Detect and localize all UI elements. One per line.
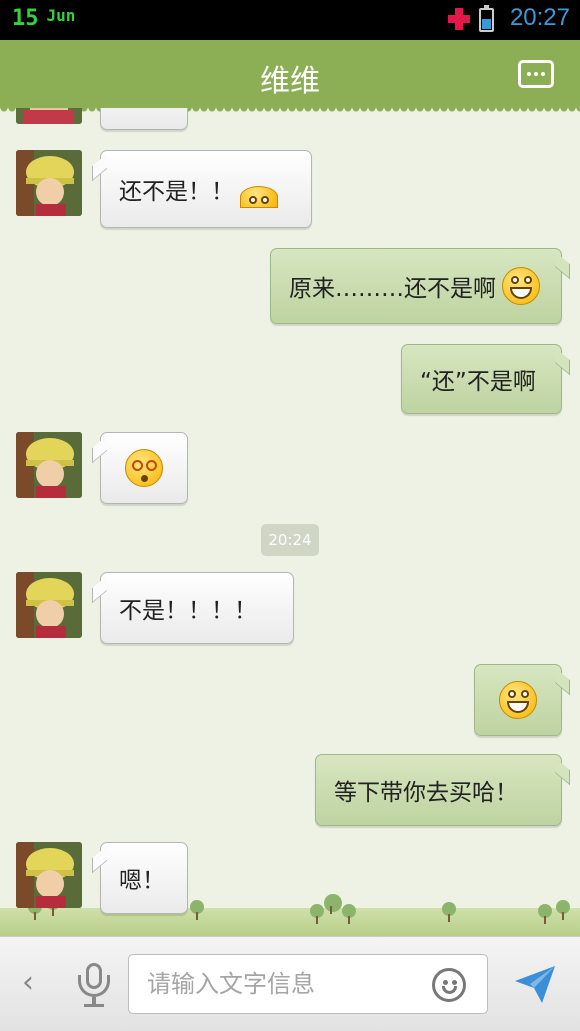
message-bubble-outgoing[interactable]: “还”不是啊 bbox=[401, 344, 562, 414]
message-text: 等下带你去买哈！ bbox=[334, 780, 518, 806]
chat-message-list[interactable]: 还不是！！ 原来………还不是啊 “还”不是啊 20:24 不是！！！！ 等下带你… bbox=[0, 108, 580, 936]
dizzy-smiley-icon bbox=[125, 449, 163, 487]
chat-header: 维维 bbox=[0, 40, 580, 114]
back-icon[interactable]: ‹ bbox=[14, 965, 42, 1001]
contact-avatar[interactable] bbox=[16, 432, 82, 498]
chat-title: 维维 bbox=[260, 64, 320, 99]
status-time: 20:27 bbox=[509, 4, 570, 31]
message-bubble-partial[interactable] bbox=[100, 108, 188, 130]
microphone-icon[interactable] bbox=[72, 961, 116, 1009]
status-month: Jun bbox=[46, 6, 76, 25]
message-bubble-incoming[interactable] bbox=[100, 432, 188, 504]
message-bubble-incoming[interactable]: 不是！！！！ bbox=[100, 572, 294, 644]
status-date: 15 Jun bbox=[12, 6, 75, 31]
message-bubble-outgoing[interactable]: 等下带你去买哈！ bbox=[315, 754, 562, 826]
message-text: 还不是！！ bbox=[119, 179, 234, 205]
emoji-picker-icon[interactable] bbox=[432, 968, 466, 1002]
contact-avatar[interactable] bbox=[16, 108, 82, 124]
message-text: “还”不是啊 bbox=[420, 369, 536, 395]
landscape-decoration bbox=[0, 908, 580, 936]
battery-icon bbox=[479, 5, 494, 32]
contact-avatar[interactable] bbox=[16, 150, 82, 216]
medical-cross-icon bbox=[448, 8, 470, 30]
grin-smiley-icon bbox=[499, 681, 537, 719]
message-bubble-outgoing[interactable] bbox=[474, 664, 562, 736]
message-text: 不是！！！！ bbox=[119, 598, 257, 624]
contact-avatar[interactable] bbox=[16, 842, 82, 908]
grin-smiley-icon bbox=[502, 267, 540, 305]
message-bubble-outgoing[interactable]: 原来………还不是啊 bbox=[270, 248, 562, 324]
send-icon[interactable] bbox=[512, 961, 558, 1007]
lip-bite-smiley-icon bbox=[240, 186, 278, 208]
message-bubble-incoming[interactable]: 还不是！！ bbox=[100, 150, 312, 228]
status-day: 15 bbox=[12, 6, 39, 31]
message-text: 原来………还不是啊 bbox=[289, 276, 496, 302]
message-text: 嗯！ bbox=[119, 868, 165, 894]
message-bubble-incoming[interactable]: 嗯！ bbox=[100, 842, 188, 914]
contact-avatar[interactable] bbox=[16, 572, 82, 638]
more-options-icon[interactable] bbox=[518, 60, 554, 88]
message-input-bar: ‹ bbox=[0, 936, 580, 1031]
message-timestamp: 20:24 bbox=[261, 524, 319, 556]
status-bar: 15 Jun 20:27 bbox=[0, 0, 580, 40]
